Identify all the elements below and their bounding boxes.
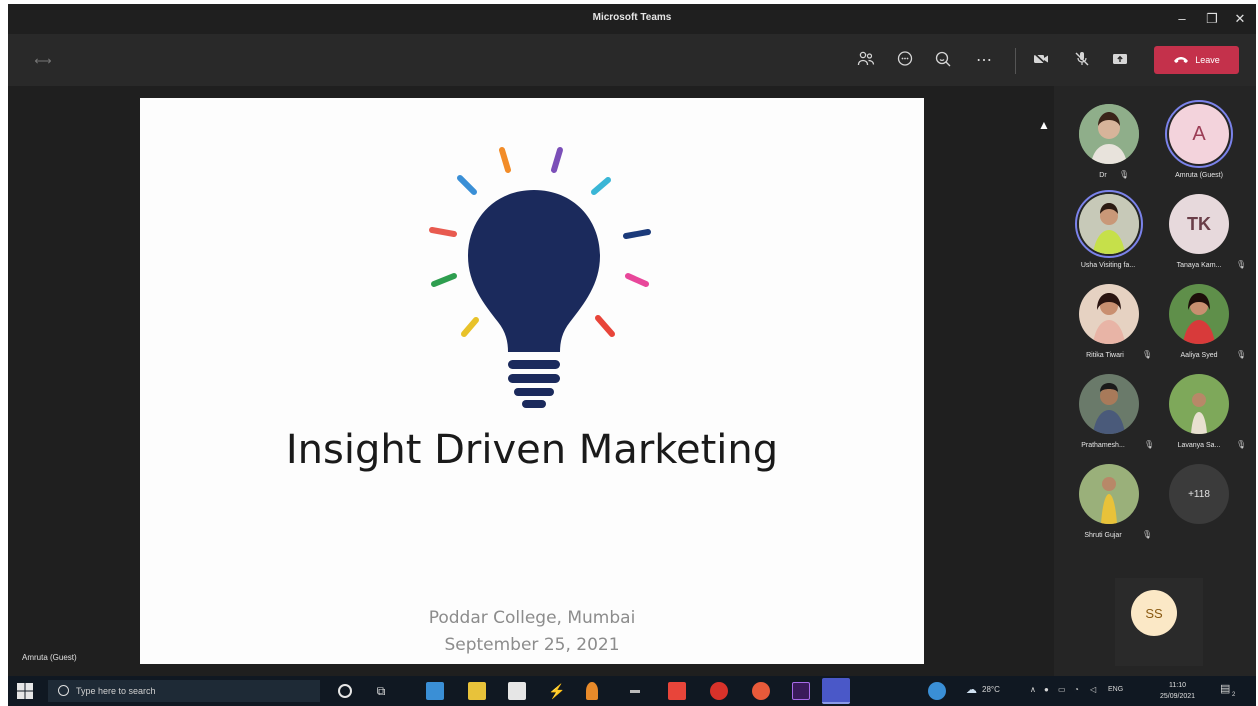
mail-icon[interactable] bbox=[426, 682, 444, 700]
close-button[interactable]: ✕ bbox=[1228, 9, 1252, 29]
chrome-icon[interactable] bbox=[752, 682, 770, 700]
camera-off-icon[interactable] bbox=[1030, 50, 1052, 72]
participant-tile[interactable]: Dr 🎙 bbox=[1064, 104, 1154, 194]
input-language[interactable]: ENG bbox=[1108, 686, 1123, 693]
leave-button[interactable]: Leave bbox=[1154, 46, 1239, 74]
search-icon bbox=[58, 685, 69, 696]
mouse-cursor-icon: ▲ bbox=[1038, 118, 1050, 132]
opera-icon[interactable] bbox=[710, 682, 728, 700]
participant-tile[interactable]: Ritika Tiwari 🎙 bbox=[1064, 284, 1154, 374]
app-title: Microsoft Teams bbox=[592, 12, 672, 23]
title-bar: Microsoft Teams – ❐ ✕ bbox=[8, 4, 1256, 34]
weather-icon: ☁ bbox=[966, 684, 977, 696]
participant-name: Amruta (Guest) bbox=[1175, 172, 1223, 179]
notification-icon[interactable]: ▤ bbox=[1220, 682, 1230, 695]
toolbar-divider bbox=[1015, 48, 1016, 74]
avatar bbox=[1169, 284, 1229, 344]
cortana-icon[interactable] bbox=[338, 684, 352, 698]
avatar bbox=[1169, 374, 1229, 434]
participant-name: Ritika Tiwari bbox=[1086, 352, 1124, 359]
slide-date: September 25, 2021 bbox=[444, 635, 620, 655]
lightbulb-icon bbox=[429, 147, 651, 408]
people-icon[interactable] bbox=[855, 50, 877, 72]
avatar: A bbox=[1165, 100, 1233, 168]
avatar: TK bbox=[1169, 194, 1229, 254]
restore-button[interactable]: ❐ bbox=[1200, 9, 1224, 29]
participant-name: Lavanya Sa... bbox=[1177, 442, 1221, 449]
participant-name: Shruti Gujar bbox=[1084, 532, 1122, 539]
participant-tile[interactable]: Aaliya Syed 🎙 bbox=[1154, 284, 1247, 374]
self-view: SS bbox=[1115, 578, 1203, 666]
clock-date: 25/09/2021 bbox=[1160, 693, 1196, 700]
file-explorer-icon[interactable] bbox=[468, 682, 486, 700]
teams-window: Microsoft Teams – ❐ ✕ ⟷ ⋯ Leave Insight … bbox=[8, 4, 1256, 676]
minimize-button[interactable]: – bbox=[1170, 9, 1194, 29]
premiere-icon[interactable] bbox=[792, 682, 810, 700]
share-screen-icon[interactable] bbox=[1109, 50, 1131, 72]
slide-title: Insight Driven Marketing bbox=[285, 427, 779, 473]
mic-muted-icon: 🎙 bbox=[1144, 440, 1155, 449]
participant-tile[interactable]: Lavanya Sa... 🎙 bbox=[1154, 374, 1247, 464]
participant-tile[interactable]: TK Tanaya Kam... 🎙 bbox=[1154, 194, 1247, 284]
edge-icon[interactable] bbox=[928, 682, 946, 700]
mic-muted-icon: 🎙 bbox=[1142, 530, 1153, 539]
participant-name: Tanaya Kam... bbox=[1176, 262, 1222, 269]
more-participants-count: +118 bbox=[1169, 464, 1229, 524]
meeting-stage: Insight Driven Marketing Poddar College,… bbox=[8, 86, 1054, 676]
torch-app-icon[interactable] bbox=[586, 682, 598, 700]
mic-off-icon[interactable] bbox=[1071, 50, 1093, 72]
teams-taskbar-icon[interactable] bbox=[822, 678, 850, 704]
tray-chevron-icon[interactable]: ∧ bbox=[1030, 685, 1036, 694]
leave-label: Leave bbox=[1195, 55, 1220, 65]
notification-count: 2 bbox=[1232, 692, 1236, 698]
clock-time: 11:10 bbox=[1169, 682, 1187, 689]
self-avatar: SS bbox=[1131, 590, 1177, 636]
more-participants-tile[interactable]: +118 bbox=[1154, 464, 1244, 554]
volume-icon[interactable]: ◁ bbox=[1090, 685, 1096, 694]
lightning-app-icon[interactable]: ⚡ bbox=[548, 682, 566, 700]
avatar bbox=[1079, 104, 1139, 164]
office-icon[interactable] bbox=[668, 682, 686, 700]
store-icon[interactable] bbox=[508, 682, 526, 700]
shared-slide: Insight Driven Marketing Poddar College,… bbox=[140, 98, 924, 664]
participant-tile[interactable]: Shruti Gujar 🎙 bbox=[1064, 464, 1154, 554]
mic-muted-icon: 🎙 bbox=[1119, 170, 1130, 179]
meeting-toolbar: ⟷ ⋯ Leave bbox=[8, 34, 1256, 86]
mic-muted-icon: 🎙 bbox=[1142, 350, 1153, 359]
taskbar-clock[interactable]: 11:10 25/09/2021 bbox=[1160, 680, 1195, 702]
battery-icon[interactable]: ▭ bbox=[1058, 685, 1066, 694]
hang-up-icon bbox=[1174, 57, 1189, 63]
mic-muted-icon: 🎙 bbox=[1236, 260, 1247, 269]
drag-handle-icon[interactable]: ⟷ bbox=[32, 50, 54, 72]
participant-name: Usha Visiting fa... bbox=[1080, 262, 1136, 269]
task-view-icon[interactable]: ⧉ bbox=[372, 682, 390, 700]
participant-name: Prathamesh... bbox=[1081, 442, 1125, 449]
weather-temperature: 28°C bbox=[982, 685, 1000, 694]
participant-name: Aaliya Syed bbox=[1180, 352, 1218, 359]
windows-start-icon[interactable] bbox=[16, 682, 34, 700]
react-icon[interactable] bbox=[932, 50, 954, 72]
network-icon[interactable]: ◔ bbox=[1074, 685, 1079, 694]
participant-tile[interactable]: Usha Visiting fa... bbox=[1064, 190, 1154, 284]
presenter-label: Amruta (Guest) bbox=[22, 653, 77, 662]
mic-tray-icon[interactable]: ● bbox=[1044, 685, 1049, 694]
participant-tile[interactable]: A Amruta (Guest) bbox=[1154, 100, 1244, 194]
chat-icon[interactable] bbox=[894, 50, 916, 72]
participant-tile[interactable]: Prathamesh... 🎙 bbox=[1064, 374, 1154, 464]
avatar bbox=[1075, 190, 1143, 258]
avatar bbox=[1079, 374, 1139, 434]
windows-taskbar: Type here to search ⧉ ⚡ ▬ ☁ 28°C ∧ ● ▭ ◔… bbox=[8, 676, 1256, 706]
mic-muted-icon: 🎙 bbox=[1236, 440, 1247, 449]
taskbar-search-input[interactable]: Type here to search bbox=[48, 680, 320, 702]
participant-name: Dr bbox=[1099, 172, 1107, 179]
more-options-icon[interactable]: ⋯ bbox=[973, 50, 995, 72]
slide-organization: Poddar College, Mumbai bbox=[428, 608, 636, 628]
avatar bbox=[1079, 284, 1139, 344]
participants-panel: Dr 🎙 A Amruta (Guest) Usha Visiting fa..… bbox=[1054, 86, 1256, 676]
terminal-icon[interactable]: ▬ bbox=[626, 682, 644, 700]
mic-muted-icon: 🎙 bbox=[1236, 350, 1247, 359]
avatar bbox=[1079, 464, 1139, 524]
